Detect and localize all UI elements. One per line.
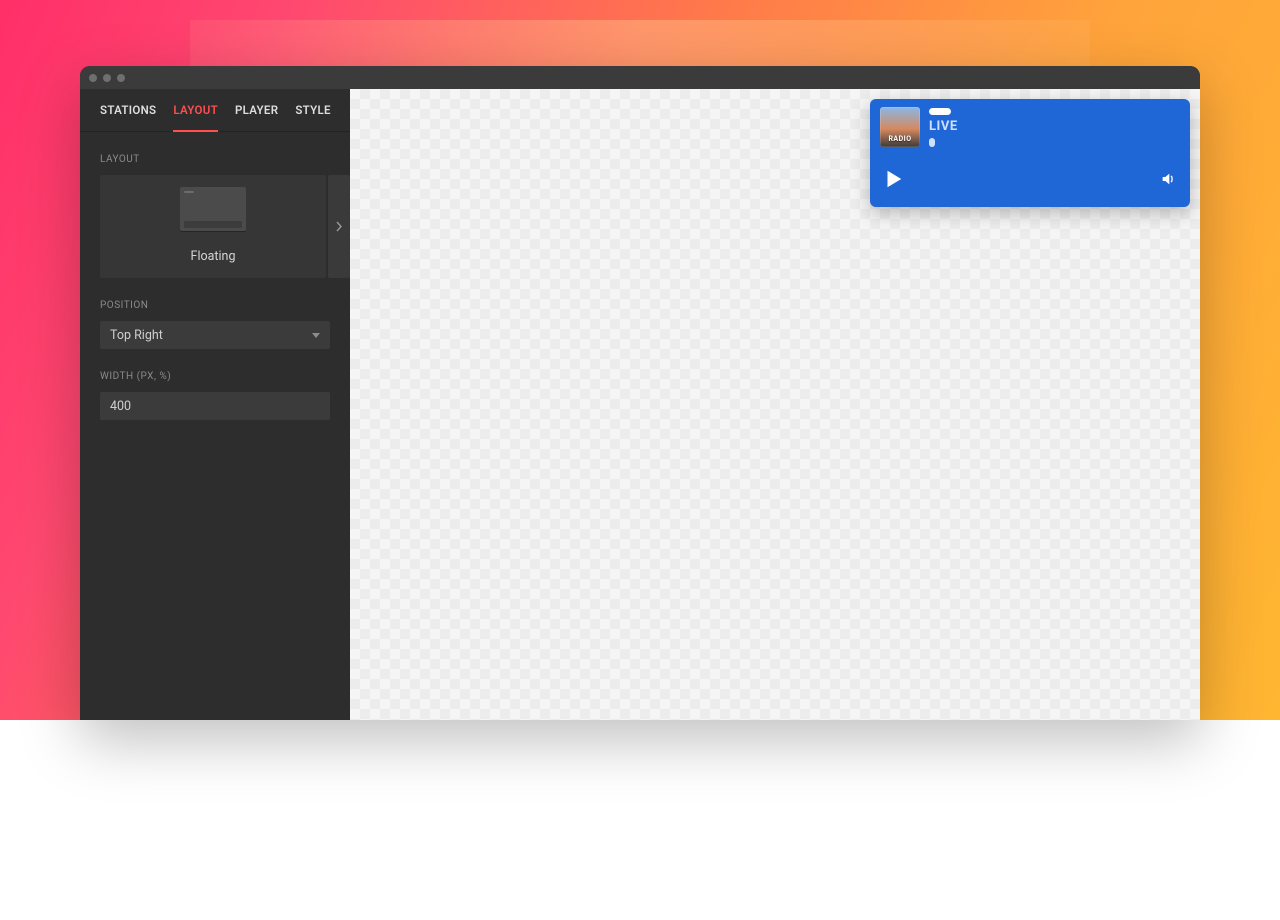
track-placeholder [929, 138, 935, 147]
app-window: STATIONS LAYOUT PLAYER STYLE LAYOUT Floa… [80, 66, 1200, 720]
settings-sidebar: STATIONS LAYOUT PLAYER STYLE LAYOUT Floa… [80, 89, 350, 720]
layout-option-floating[interactable]: Floating [100, 175, 326, 278]
live-status: LIVE [929, 119, 958, 134]
play-icon [882, 168, 904, 190]
sidebar-tabs: STATIONS LAYOUT PLAYER STYLE [80, 89, 350, 132]
layout-next-button[interactable] [328, 175, 350, 278]
app-body: STATIONS LAYOUT PLAYER STYLE LAYOUT Floa… [80, 89, 1200, 720]
chevron-right-icon [336, 221, 343, 232]
player-meta: LIVE [929, 107, 958, 147]
width-section-label: WIDTH (PX, %) [80, 349, 350, 392]
volume-button[interactable] [1160, 171, 1176, 187]
window-minimize-dot[interactable] [103, 74, 111, 82]
station-name-placeholder [929, 108, 951, 115]
dropdown-triangle-icon [312, 333, 320, 338]
window-maximize-dot[interactable] [117, 74, 125, 82]
tab-layout[interactable]: LAYOUT [173, 89, 218, 131]
tab-style[interactable]: STYLE [295, 89, 330, 131]
window-close-dot[interactable] [89, 74, 97, 82]
layout-section-label: LAYOUT [80, 132, 350, 175]
volume-icon [1160, 171, 1176, 187]
layout-thumb-icon [180, 187, 246, 231]
window-titlebar[interactable] [80, 66, 1200, 89]
station-artwork [880, 107, 920, 147]
position-select-value: Top Right [110, 328, 163, 343]
width-input[interactable] [100, 392, 330, 420]
position-select[interactable]: Top Right [100, 321, 330, 349]
player-top-row: LIVE [880, 107, 1180, 155]
play-button[interactable] [882, 168, 904, 190]
tab-stations[interactable]: STATIONS [100, 89, 156, 131]
tab-player[interactable]: PLAYER [235, 89, 278, 131]
layout-picker: Floating [80, 175, 350, 278]
preview-canvas: LIVE [350, 89, 1200, 720]
radio-player-widget[interactable]: LIVE [870, 99, 1190, 207]
position-section-label: POSITION [80, 278, 350, 321]
player-controls [880, 155, 1180, 207]
layout-option-label: Floating [191, 249, 236, 264]
